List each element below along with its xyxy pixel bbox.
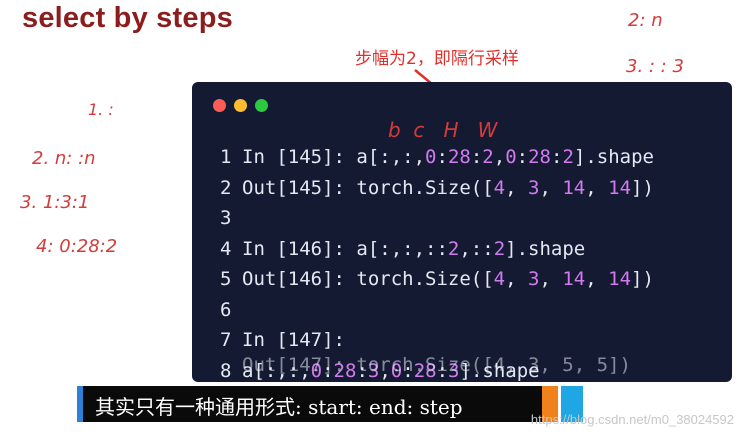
line-number: 2 xyxy=(220,176,232,199)
code-line: 6 xyxy=(220,295,654,326)
handwriting-top-right-1: 2: n xyxy=(628,10,663,31)
handwriting-bchw: b c H W xyxy=(388,118,498,142)
line-number: 6 xyxy=(220,298,232,321)
line-number: 7 xyxy=(220,329,232,351)
code-block: 1 In [145]: a[:,:,0:28:2,0:28:2].shape 2 Ou… xyxy=(220,142,654,382)
handwriting-left-1: 1. : xyxy=(88,100,114,119)
minimize-icon[interactable] xyxy=(234,99,247,112)
handwriting-left-4: 4: 0:28:2 xyxy=(36,236,118,257)
watermark: https://blog.csdn.net/m0_38024592 xyxy=(530,412,734,427)
code-line: 1 In [145]: a[:,:,0:28:2,0:28:2].shape xyxy=(220,142,654,173)
line-number: 5 xyxy=(220,268,232,290)
maximize-icon[interactable] xyxy=(255,99,268,112)
subtitle-stripe xyxy=(77,386,83,422)
handwriting-left-3: 3. 1:3:1 xyxy=(20,192,90,213)
subtitle-text: 其实只有一种通用形式: start: end: step xyxy=(95,395,463,419)
handwriting-top-right-2: 3. : : 3 xyxy=(626,56,684,77)
slide-title: select by steps xyxy=(22,2,233,34)
code-text: In [145]: a[:,:,0:28:2,0:28:2].shape xyxy=(242,146,654,168)
code-overlap-output: Out[147]: torch.Size([4, 3, 5, 5]) xyxy=(242,354,631,376)
code-text: In [147]: xyxy=(242,329,345,351)
code-text: Out[146]: torch.Size([4, 3, 14, 14]) xyxy=(242,268,654,290)
code-line: 4 In [146]: a[:,:,::2,::2].shape xyxy=(220,234,654,265)
code-line: 2 Out[145]: torch.Size([4, 3, 14, 14]) xyxy=(220,173,654,204)
window-controls xyxy=(213,99,268,112)
line-number: 8 xyxy=(220,359,232,382)
code-text: Out[145]: torch.Size([4, 3, 14, 14]) xyxy=(242,176,654,199)
code-text: In [146]: a[:,:,::2,::2].shape xyxy=(242,237,586,260)
line-number: 3 xyxy=(220,207,232,229)
line-number: 4 xyxy=(220,237,232,260)
code-line: 3 xyxy=(220,203,654,234)
close-icon[interactable] xyxy=(213,99,226,112)
line-number: 1 xyxy=(220,146,232,168)
subtitle-bar: 其实只有一种通用形式: start: end: step xyxy=(77,386,542,422)
annotation-label: 步幅为2，即隔行采样 xyxy=(355,49,519,69)
code-line: 7 In [147]: xyxy=(220,325,654,356)
code-line: 5 Out[146]: torch.Size([4, 3, 14, 14]) xyxy=(220,264,654,295)
handwriting-left-2: 2. n: :n xyxy=(32,148,96,169)
